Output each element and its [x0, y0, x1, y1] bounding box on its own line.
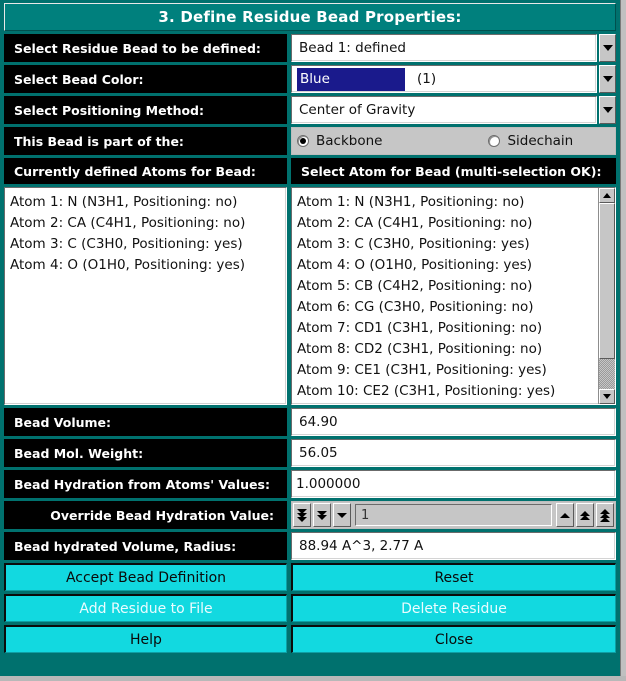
defined-atoms-listbox[interactable]: Atom 1: N (N3H1, Positioning: no) Atom 2… — [4, 187, 287, 405]
label-bead-volume: Bead Volume: — [4, 408, 287, 436]
radio-backbone[interactable]: Backbone — [297, 133, 382, 149]
row-bead-hydration-atoms: Bead Hydration from Atoms' Values: 1.000… — [4, 470, 616, 498]
window-bottom-strip — [0, 676, 626, 681]
bead-volume-field[interactable]: 64.90 — [291, 408, 616, 436]
override-hydration-input[interactable]: 1 — [355, 504, 552, 526]
row-buttons-2: Add Residue to File Delete Residue — [4, 594, 616, 622]
list-item[interactable]: Atom 2: CA (C4H1, Positioning: no) — [10, 213, 286, 234]
label-bead-part-of: This Bead is part of the: — [4, 127, 287, 155]
list-item[interactable]: Atom 2: CA (C4H1, Positioning: no) — [297, 213, 598, 234]
row-list-headers: Currently defined Atoms for Bead: Select… — [4, 158, 616, 184]
bead-color-swatch-label: Blue — [297, 67, 405, 91]
row-positioning-method: Select Positioning Method: Center of Gra… — [4, 96, 616, 124]
row-bead-hydrated: Bead hydrated Volume, Radius: 88.94 A^3,… — [4, 532, 616, 560]
radio-sidechain[interactable]: Sidechain — [488, 133, 573, 149]
scroll-down-icon[interactable] — [599, 389, 615, 404]
bead-color-value-area[interactable]: Blue (1) — [291, 65, 597, 93]
select-atoms-scrollbar[interactable] — [598, 188, 615, 404]
bead-hydration-atoms-value[interactable]: 1.000000 — [291, 470, 616, 498]
label-bead-hydrated: Bead hydrated Volume, Radius: — [4, 532, 287, 560]
dialog-panel: 3. Define Residue Bead Properties: Selec… — [0, 0, 620, 676]
page-title: 3. Define Residue Bead Properties: — [4, 3, 616, 31]
list-item[interactable]: Atom 7: CD1 (C3H1, Positioning: no) — [297, 318, 598, 339]
select-atoms-listbox[interactable]: Atom 1: N (N3H1, Positioning: no) Atom 2… — [291, 187, 616, 405]
residue-bead-dropdown[interactable]: Bead 1: defined — [291, 34, 616, 62]
label-positioning-method: Select Positioning Method: — [4, 96, 287, 124]
scroll-up-icon[interactable] — [599, 188, 615, 203]
add-residue-to-file-button[interactable]: Add Residue to File — [4, 594, 287, 622]
label-bead-hydration-atoms: Bead Hydration from Atoms' Values: — [4, 470, 287, 498]
increment-medium-icon[interactable] — [576, 503, 594, 527]
override-hydration-spinner: 1 — [291, 501, 616, 529]
label-bead-color: Select Bead Color: — [4, 65, 287, 93]
bead-color-index: (1) — [417, 71, 437, 87]
bead-mol-weight-value[interactable]: 56.05 — [291, 439, 616, 467]
label-override-hydration: Override Bead Hydration Value: — [4, 501, 287, 529]
row-buttons-3: Help Close — [4, 625, 616, 653]
close-button[interactable]: Close — [291, 625, 616, 653]
bead-hydration-atoms-field[interactable]: 1.000000 — [291, 470, 616, 498]
increment-small-icon[interactable] — [556, 503, 574, 527]
row-atom-lists: Atom 1: N (N3H1, Positioning: no) Atom 2… — [4, 187, 616, 405]
radio-on-icon[interactable] — [297, 135, 309, 147]
row-override-hydration: Override Bead Hydration Value: 1 — [4, 501, 616, 529]
positioning-method-dropdown[interactable]: Center of Gravity — [291, 96, 616, 124]
row-buttons-1: Accept Bead Definition Reset — [4, 563, 616, 591]
list-item[interactable]: Atom 6: CG (C3H0, Positioning: no) — [297, 297, 598, 318]
decrement-large-icon[interactable] — [293, 503, 311, 527]
scrollbar-track[interactable] — [599, 203, 615, 389]
list-item[interactable]: Atom 10: CE2 (C3H1, Positioning: yes) — [297, 381, 598, 402]
select-atoms-items: Atom 1: N (N3H1, Positioning: no) Atom 2… — [297, 192, 598, 404]
list-item[interactable]: Atom 9: CE1 (C3H1, Positioning: yes) — [297, 360, 598, 381]
decrement-medium-icon[interactable] — [313, 503, 331, 527]
delete-residue-button[interactable]: Delete Residue — [291, 594, 616, 622]
header-defined-atoms: Currently defined Atoms for Bead: — [4, 158, 287, 184]
bead-hydrated-field[interactable]: 88.94 A^3, 2.77 A — [291, 532, 616, 560]
bead-mol-weight-field[interactable]: 56.05 — [291, 439, 616, 467]
list-item[interactable]: Atom 3: C (C3H0, Positioning: yes) — [297, 234, 598, 255]
reset-button[interactable]: Reset — [291, 563, 616, 591]
row-bead-mol-weight: Bead Mol. Weight: 56.05 — [4, 439, 616, 467]
radio-sidechain-label: Sidechain — [507, 133, 574, 149]
accept-bead-definition-button[interactable]: Accept Bead Definition — [4, 563, 287, 591]
bead-part-radio-group: Backbone Sidechain — [291, 127, 616, 155]
list-item[interactable]: Atom 1: N (N3H1, Positioning: no) — [297, 192, 598, 213]
list-item[interactable]: Atom 3: C (C3H0, Positioning: yes) — [10, 234, 286, 255]
bead-properties-dialog: 3. Define Residue Bead Properties: Selec… — [0, 0, 626, 681]
window-right-scroll-strip[interactable] — [620, 0, 626, 681]
help-button[interactable]: Help — [4, 625, 287, 653]
radio-off-icon[interactable] — [488, 135, 501, 147]
row-residue-bead: Select Residue Bead to be defined: Bead … — [4, 34, 616, 62]
chevron-down-icon[interactable] — [599, 65, 616, 93]
row-bead-volume: Bead Volume: 64.90 — [4, 408, 616, 436]
row-bead-part-of: This Bead is part of the: Backbone Sidec… — [4, 127, 616, 155]
row-bead-color: Select Bead Color: Blue (1) — [4, 65, 616, 93]
header-select-atoms: Select Atom for Bead (multi-selection OK… — [291, 158, 616, 184]
label-bead-mol-weight: Bead Mol. Weight: — [4, 439, 287, 467]
list-item[interactable]: Atom 8: CD2 (C3H1, Positioning: no) — [297, 339, 598, 360]
list-item[interactable]: Atom 4: O (O1H0, Positioning: yes) — [297, 255, 598, 276]
list-item[interactable]: Atom 5: CB (C4H2, Positioning: no) — [297, 276, 598, 297]
radio-backbone-label: Backbone — [316, 133, 383, 149]
list-item[interactable]: Atom 11: CZ (C3H0, Positioning: no) — [297, 402, 598, 404]
residue-bead-value[interactable]: Bead 1: defined — [291, 34, 597, 62]
bead-volume-value[interactable]: 64.90 — [291, 408, 616, 436]
chevron-down-icon[interactable] — [599, 34, 616, 62]
select-atoms-inner: Atom 1: N (N3H1, Positioning: no) Atom 2… — [297, 188, 615, 404]
list-item[interactable]: Atom 1: N (N3H1, Positioning: no) — [10, 192, 286, 213]
label-residue-bead: Select Residue Bead to be defined: — [4, 34, 287, 62]
bead-hydrated-value[interactable]: 88.94 A^3, 2.77 A — [291, 532, 616, 560]
bead-color-dropdown[interactable]: Blue (1) — [291, 65, 616, 93]
positioning-method-value[interactable]: Center of Gravity — [291, 96, 597, 124]
decrement-small-icon[interactable] — [333, 503, 351, 527]
scrollbar-thumb[interactable] — [599, 203, 615, 360]
increment-large-icon[interactable] — [596, 503, 614, 527]
chevron-down-icon[interactable] — [599, 96, 616, 124]
list-item[interactable]: Atom 4: O (O1H0, Positioning: yes) — [10, 255, 286, 276]
